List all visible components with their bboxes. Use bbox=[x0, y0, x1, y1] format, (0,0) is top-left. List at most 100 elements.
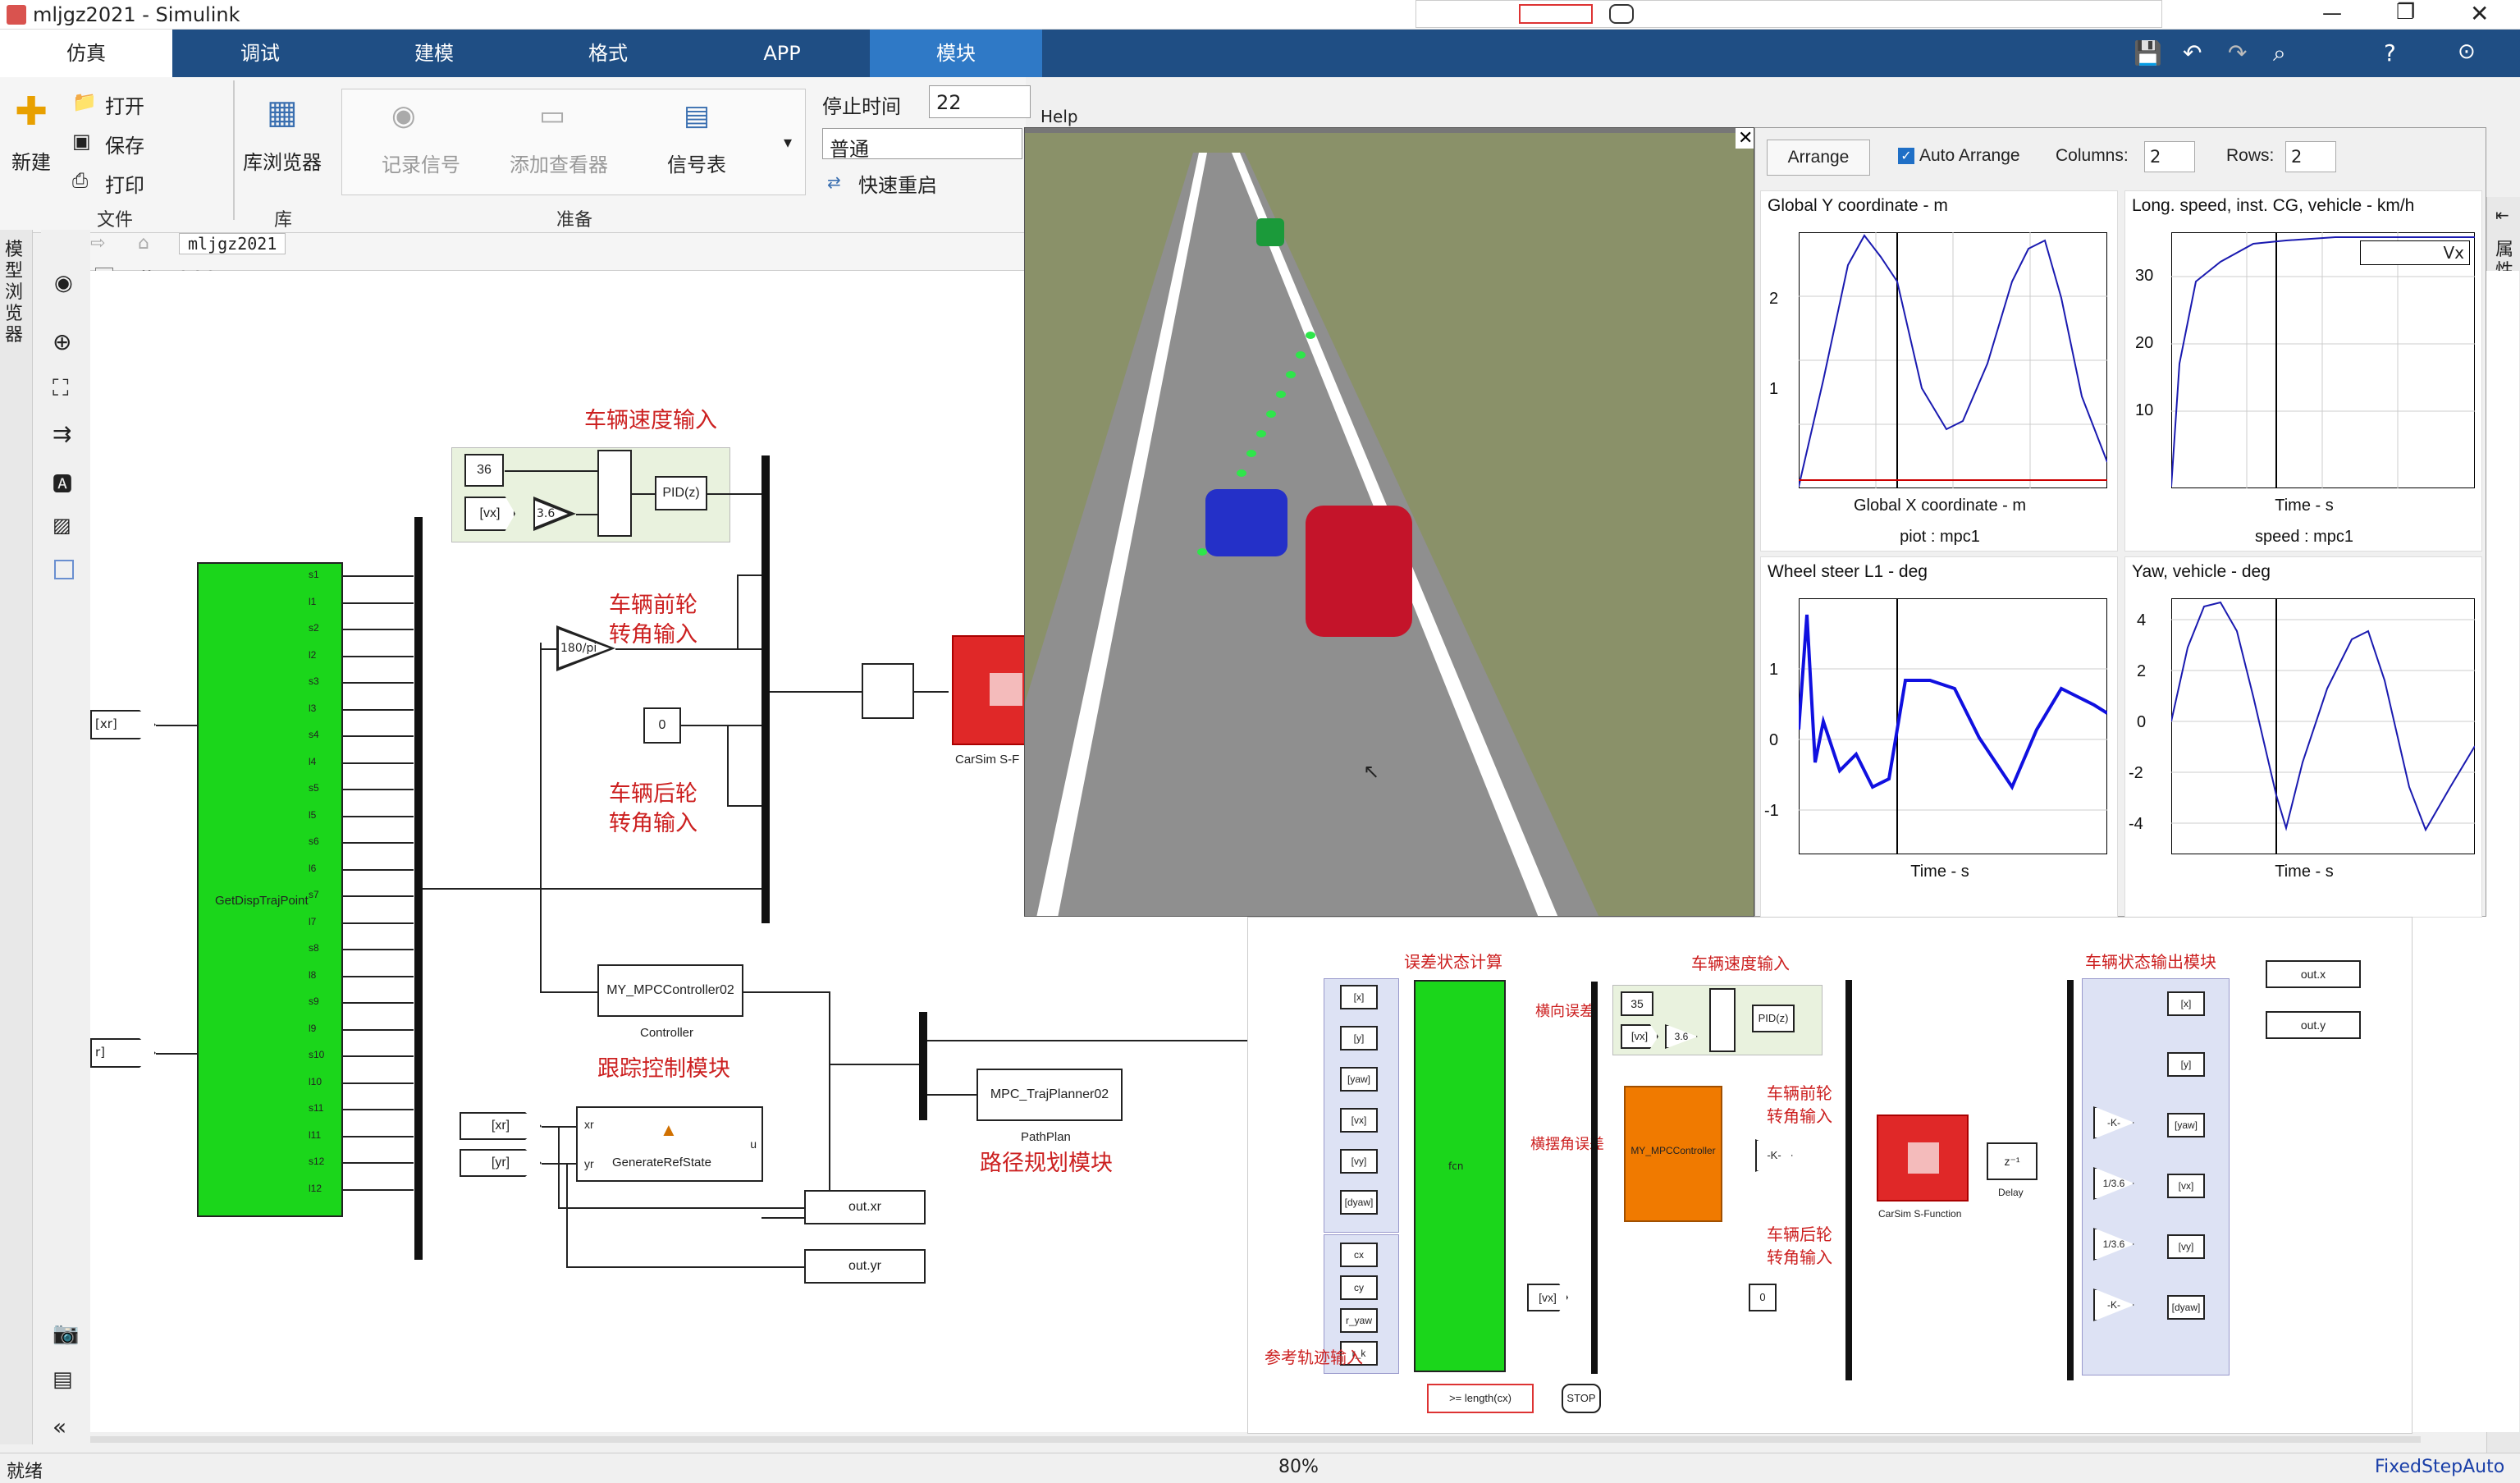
horizontal-scrollbar[interactable] bbox=[90, 1436, 2421, 1443]
ref-input-block[interactable]: cx bbox=[1340, 1243, 1378, 1267]
subsystem-diagram-overlay[interactable]: [x] [y] [yaw] [vx] [vy] [dyaw] cx cy r_yaw r_k 误… bbox=[1247, 917, 2413, 1434]
state-input-block[interactable]: [x] bbox=[1340, 985, 1378, 1009]
auto-arrange-checkbox[interactable]: ✓ bbox=[1898, 148, 1914, 164]
pid-block[interactable]: PID(z) bbox=[655, 476, 707, 510]
mpc-controller-block[interactable]: MY_MPCController02 bbox=[597, 964, 743, 1017]
tab-apps[interactable]: APP bbox=[696, 30, 868, 77]
goto-xr-block[interactable]: [xr] bbox=[460, 1112, 542, 1140]
signal-table-button[interactable]: 信号表 bbox=[667, 149, 726, 177]
image-icon[interactable]: ▨ bbox=[53, 514, 71, 537]
const-35-block[interactable]: 35 bbox=[1621, 991, 1653, 1016]
state-input-block[interactable]: [yaw] bbox=[1340, 1067, 1378, 1092]
state-goto-block[interactable]: [vx] bbox=[2167, 1174, 2205, 1198]
error-calc-block[interactable]: fcn bbox=[1414, 980, 1506, 1372]
from-vx-sub[interactable]: [vx] bbox=[1527, 1284, 1568, 1311]
sum-sub[interactable] bbox=[1709, 988, 1736, 1052]
goto-yr-block[interactable]: [yr] bbox=[460, 1149, 542, 1177]
state-goto-block[interactable]: [x] bbox=[2167, 991, 2205, 1016]
fast-restart-button[interactable]: 快速重启 bbox=[858, 169, 937, 198]
stop-block[interactable]: STOP bbox=[1562, 1384, 1601, 1413]
plot-panel-global-y[interactable]: Global Y coordinate - m 2 1 Global X coo… bbox=[1760, 190, 2118, 552]
delay-block[interactable]: z⁻¹ bbox=[1987, 1142, 2037, 1180]
state-goto-block[interactable]: [dyaw] bbox=[2167, 1295, 2205, 1320]
plot-panel-yaw[interactable]: Yaw, vehicle - deg 4 2 0 -2 -4 Time - s bbox=[2124, 556, 2482, 918]
add-viewer-button[interactable]: 添加查看器 bbox=[510, 149, 608, 177]
log-signals-button[interactable]: 记录信号 bbox=[382, 149, 460, 177]
annotation-icon[interactable]: 🅰 bbox=[53, 468, 72, 497]
sum-block[interactable] bbox=[597, 450, 632, 537]
up-icon[interactable]: ⌂ bbox=[138, 233, 149, 254]
fit-view-icon[interactable]: ⛶ bbox=[53, 374, 69, 402]
zoom-level[interactable]: 80% bbox=[1278, 1457, 1319, 1477]
tab-block[interactable]: 模块 bbox=[870, 30, 1042, 77]
const-36-block[interactable]: 36 bbox=[464, 454, 504, 487]
plot-panel-wheel-steer[interactable]: Wheel steer L1 - deg 1 0 -1 Time - s bbox=[1760, 556, 2118, 918]
out-x-block[interactable]: out.x bbox=[2266, 960, 2361, 988]
state-input-block[interactable]: [y] bbox=[1340, 1026, 1378, 1050]
arrange-button[interactable]: Arrange bbox=[1767, 140, 1870, 176]
state-goto-block[interactable]: [y] bbox=[2167, 1052, 2205, 1077]
open-button[interactable]: 打开 bbox=[105, 90, 144, 119]
gallery-expand-icon[interactable]: ▾ bbox=[784, 132, 792, 152]
state-input-block[interactable]: [vy] bbox=[1340, 1149, 1378, 1174]
state-goto-block[interactable]: [yaw] bbox=[2167, 1113, 2205, 1137]
columns-input[interactable]: 2 bbox=[2144, 141, 2195, 172]
help-menu[interactable]: Help bbox=[1040, 107, 1078, 126]
carsim-sub-block[interactable] bbox=[1877, 1115, 1969, 1202]
goto-xr[interactable]: [xr] bbox=[90, 710, 156, 739]
out-y-block[interactable]: out.y bbox=[2266, 1011, 2361, 1039]
arrows-icon[interactable]: ⇉ bbox=[53, 420, 71, 447]
area-icon[interactable] bbox=[54, 560, 74, 579]
sim-mode-select[interactable]: 普通 bbox=[822, 128, 1022, 161]
state-input-block[interactable]: [dyaw] bbox=[1340, 1190, 1378, 1215]
gain-k-sub[interactable]: -K- bbox=[1755, 1139, 1793, 1172]
state-gain-block[interactable]: -K- bbox=[2093, 1106, 2134, 1139]
close-icon[interactable]: ✕ bbox=[2470, 0, 2489, 27]
state-gain-block[interactable]: 1/3.6 bbox=[2093, 1228, 2134, 1261]
ref-input-block[interactable]: r_yaw bbox=[1340, 1308, 1378, 1333]
collapse-left-icon[interactable]: « bbox=[53, 1413, 66, 1440]
rows-input[interactable]: 2 bbox=[2285, 141, 2336, 172]
hide-show-icon[interactable]: ◉ bbox=[54, 271, 73, 295]
layers-icon[interactable]: ▤ bbox=[53, 1367, 73, 1392]
pid-sub[interactable]: PID(z) bbox=[1752, 1005, 1795, 1032]
stop-compare-block[interactable]: >= length(cx) bbox=[1427, 1384, 1534, 1413]
save-button[interactable]: 保存 bbox=[105, 130, 144, 158]
minimize-icon[interactable]: — bbox=[2322, 2, 2342, 25]
solver-link[interactable]: FixedStepAuto bbox=[2375, 1457, 2504, 1477]
camera-icon[interactable]: 📷 bbox=[53, 1321, 79, 1346]
from-vx-block[interactable]: [vx] bbox=[464, 497, 515, 531]
tab-modeling[interactable]: 建模 bbox=[348, 30, 520, 77]
out-xr-block[interactable]: out.xr bbox=[804, 1190, 926, 1224]
const-0-sub[interactable]: 0 bbox=[1749, 1284, 1777, 1311]
new-button[interactable]: 新建 bbox=[11, 146, 51, 175]
mpc-sub-block[interactable]: MY_MPCController bbox=[1624, 1086, 1722, 1222]
print-button[interactable]: 打印 bbox=[105, 169, 144, 198]
help-icon[interactable]: ? bbox=[2384, 39, 2396, 66]
save-icon[interactable]: 💾 bbox=[2134, 39, 2162, 66]
ref-input-block[interactable]: cy bbox=[1340, 1275, 1378, 1300]
gen-ref-state-block[interactable]: xr yr u ▲ GenerateRefState bbox=[576, 1106, 763, 1182]
search-icon[interactable]: ⌕ bbox=[2273, 39, 2286, 67]
model-browser-label[interactable]: 模型浏览器 bbox=[5, 240, 25, 346]
tab-format[interactable]: 格式 bbox=[522, 30, 694, 77]
traj-planner-block[interactable]: MPC_TrajPlanner02 bbox=[976, 1069, 1123, 1121]
carsim-animator-window[interactable]: ✕ ↖ bbox=[1024, 127, 1754, 917]
goto-yr[interactable]: r] bbox=[90, 1038, 156, 1068]
state-gain-block[interactable]: -K- bbox=[2093, 1288, 2134, 1321]
zoom-in-icon[interactable]: ⊕ bbox=[53, 328, 71, 355]
demux-block[interactable] bbox=[862, 663, 914, 719]
carsim-block[interactable] bbox=[952, 635, 1026, 745]
carsim-plot-window[interactable]: Arrange ✓ Auto Arrange Columns: 2 Rows: … bbox=[1754, 127, 2486, 918]
close-animator-icon[interactable]: ✕ bbox=[1736, 128, 1754, 149]
collapse-icon[interactable]: ⊙ bbox=[2458, 39, 2476, 64]
tab-debug[interactable]: 调试 bbox=[174, 30, 346, 77]
forward-icon[interactable]: ⇨ bbox=[90, 233, 105, 254]
library-browser-button[interactable]: 库浏览器 bbox=[243, 146, 322, 175]
redo-icon[interactable]: ↷ bbox=[2228, 39, 2247, 66]
state-gain-block[interactable]: 1/3.6 bbox=[2093, 1167, 2134, 1200]
expand-right-icon[interactable]: ⇤ bbox=[2495, 205, 2509, 225]
plot-panel-long-speed[interactable]: Long. speed, inst. CG, vehicle - km/h Vx… bbox=[2124, 190, 2482, 552]
model-tab[interactable]: mljgz2021 bbox=[179, 233, 286, 254]
restore-icon[interactable]: ❐ bbox=[2396, 0, 2415, 25]
